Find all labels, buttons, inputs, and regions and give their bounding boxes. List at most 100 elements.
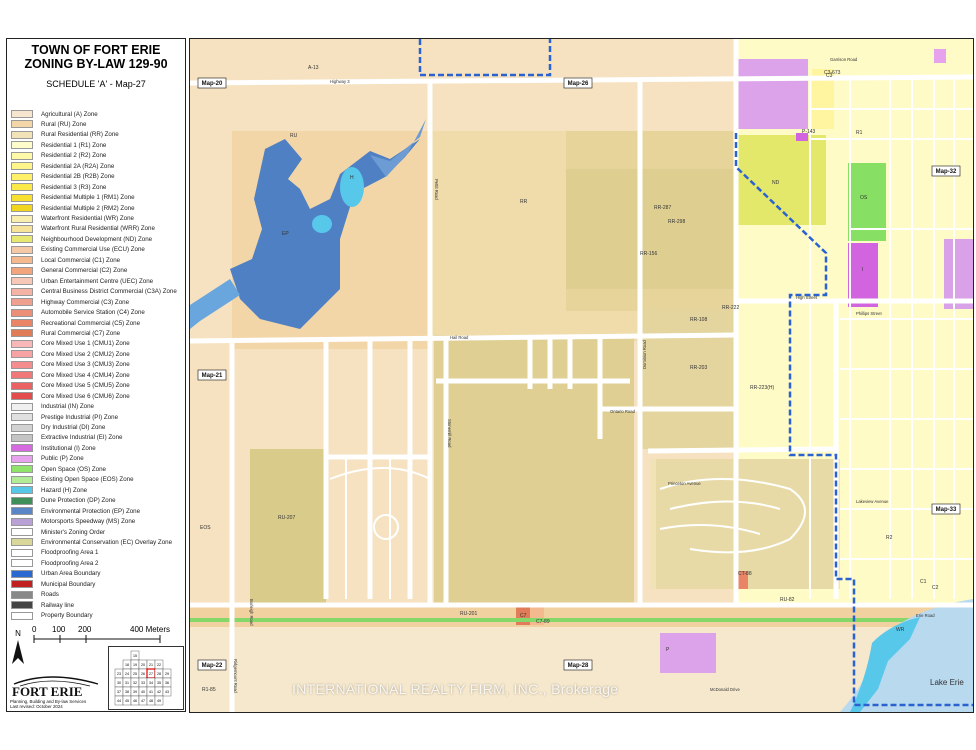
svg-text:Map-28: Map-28 xyxy=(568,663,589,669)
legend-swatch xyxy=(11,214,33,223)
legend-swatch xyxy=(11,172,33,181)
key-map-cell: 32 xyxy=(130,677,140,688)
zone-label: R1 xyxy=(856,130,863,136)
schedule-label: SCHEDULE 'A' - Map-27 xyxy=(46,79,146,89)
legend-swatch xyxy=(11,559,33,568)
legend-item: Residential Multiple 1 (RM1) Zone xyxy=(11,193,135,203)
legend-swatch xyxy=(11,590,33,599)
legend-label: Residential 2 (R2) Zone xyxy=(41,152,107,160)
zone-label: EP xyxy=(282,231,289,237)
legend-label: Waterfront Residential (WR) Zone xyxy=(41,215,134,222)
zone-hazard-pond-2 xyxy=(312,215,332,233)
legend-swatch xyxy=(11,381,33,390)
zone-label: WR xyxy=(896,627,905,633)
legend-swatch xyxy=(11,392,33,401)
legend-item: Roads xyxy=(11,590,59,600)
legend-label: Highway Commercial (C3) Zone xyxy=(41,298,130,306)
legend-label: Core Mixed Use 4 (CMU4) Zone xyxy=(41,371,130,379)
legend-title-line-1: TOWN OF FORT ERIE xyxy=(31,43,161,57)
legend-item: Rural Residential (RR) Zone xyxy=(11,130,119,140)
legend-swatch xyxy=(11,580,33,589)
legend-item: Existing Commercial Use (ECU) Zone xyxy=(11,245,145,255)
svg-text:23: 23 xyxy=(117,672,121,676)
key-map-cell: 24 xyxy=(122,668,132,679)
map-ref-tag[interactable]: Map-22 xyxy=(197,659,227,671)
key-map-cell: 23 xyxy=(114,668,124,679)
map-ref-tag[interactable]: Map-20 xyxy=(197,77,227,89)
legend-swatch xyxy=(11,528,33,536)
legend-label: Railway line xyxy=(41,601,75,609)
legend-item: Extractive Industrial (EI) Zone xyxy=(11,433,123,443)
svg-text:36: 36 xyxy=(165,681,169,685)
road-label: Stonemill Road xyxy=(447,419,452,448)
legend-swatch xyxy=(11,496,33,505)
zone-eos-strip xyxy=(190,618,973,622)
road-label: Pettit Road xyxy=(434,179,439,200)
legend-swatch xyxy=(11,350,33,359)
legend-swatch xyxy=(11,266,33,275)
svg-text:29: 29 xyxy=(165,672,169,676)
legend-title: TOWN OF FORT ERIE ZONING BY-LAW 129-90 xyxy=(7,43,185,71)
svg-text:35: 35 xyxy=(157,681,161,685)
legend-item: Waterfront Residential (WR) Zone xyxy=(11,214,134,224)
legend-swatch xyxy=(11,548,33,557)
svg-text:48: 48 xyxy=(149,699,153,703)
road-label: Dominion Road xyxy=(642,339,647,369)
fort-erie-logo: FORT ERIE Planning, Building and By-law … xyxy=(10,674,106,710)
legend-swatch xyxy=(11,444,33,453)
zone-institutional-school xyxy=(848,243,878,307)
legend-item: Automobile Service Station (C4) Zone xyxy=(11,308,145,318)
key-map-cell: 49 xyxy=(154,695,164,706)
legend-item: Neighbourhood Development (ND) Zone xyxy=(11,234,152,244)
legend-label: Residential Multiple 1 (RM1) Zone xyxy=(41,194,135,202)
svg-text:32: 32 xyxy=(133,681,137,685)
key-map-cell: 22 xyxy=(154,659,164,670)
legend-item: Industrial (IN) Zone xyxy=(11,402,94,412)
key-map-cell: 19 xyxy=(130,659,140,670)
legend-swatch xyxy=(11,287,33,296)
key-map-cell: 26 xyxy=(138,668,148,679)
legend-item: Central Business District Commercial (C3… xyxy=(11,287,177,297)
svg-text:33: 33 xyxy=(141,681,145,685)
svg-text:30: 30 xyxy=(117,681,121,685)
zone-label: RR-108 xyxy=(690,317,707,323)
map-ref-tag[interactable]: Map-21 xyxy=(197,369,227,381)
legend-label: Dry Industrial (DI) Zone xyxy=(41,424,106,431)
zone-label: RU-201 xyxy=(460,611,477,617)
legend-item: Urban Area Boundary xyxy=(11,569,101,579)
map-ref-tag[interactable]: Map-32 xyxy=(931,165,961,177)
lake-erie-label: Lake Erie xyxy=(930,678,964,687)
legend-item: Institutional (I) Zone xyxy=(11,443,96,453)
map-ref-tag[interactable]: Map-33 xyxy=(931,503,961,515)
logo-name: FORT ERIE xyxy=(12,684,82,699)
map-ref-tag[interactable]: Map-28 xyxy=(563,659,593,671)
zone-label: RR-223(H) xyxy=(750,385,775,391)
zoning-map[interactable]: Map-20 Map-26 Map-32 Map-21 Map-33 Map-22 Map-… xyxy=(189,38,974,713)
scale-bar: 0 100 200 400 Meters xyxy=(12,625,182,645)
key-map-cell: 31 xyxy=(122,677,132,688)
legend-item: Residential 2B (R2B) Zone xyxy=(11,172,115,182)
zone-label: C3-673 xyxy=(824,70,841,76)
legend-item: Existing Open Space (EOS) Zone xyxy=(11,475,134,485)
legend-swatch xyxy=(11,475,33,484)
map-ref-tag[interactable]: Map-26 xyxy=(563,77,593,89)
key-map-cell: 20 xyxy=(138,659,148,670)
legend-label: Open Space (OS) Zone xyxy=(41,465,107,473)
zone-label: RU-207 xyxy=(278,515,295,521)
legend-swatch xyxy=(11,151,33,160)
svg-text:25: 25 xyxy=(133,672,137,676)
svg-text:24: 24 xyxy=(125,672,129,676)
zone-label: RR-298 xyxy=(668,219,685,225)
legend-label: Urban Entertainment Centre (UEC) Zone xyxy=(41,277,154,285)
svg-text:18: 18 xyxy=(125,663,129,667)
legend-swatch xyxy=(11,277,33,286)
key-map-cell: 15 xyxy=(130,650,140,661)
scale-tick-100: 100 xyxy=(52,625,66,634)
legend-label: Core Mixed Use 2 (CMU2) Zone xyxy=(41,350,130,358)
legend-label: Core Mixed Use 6 (CMU6) Zone xyxy=(41,392,130,400)
key-map-cell: 46 xyxy=(130,695,140,706)
legend-swatch xyxy=(11,507,33,516)
legend-item: Property Boundary xyxy=(11,611,93,621)
ec-overlay-north xyxy=(566,169,736,289)
legend-item: Prestige Industrial (PI) Zone xyxy=(11,412,118,422)
